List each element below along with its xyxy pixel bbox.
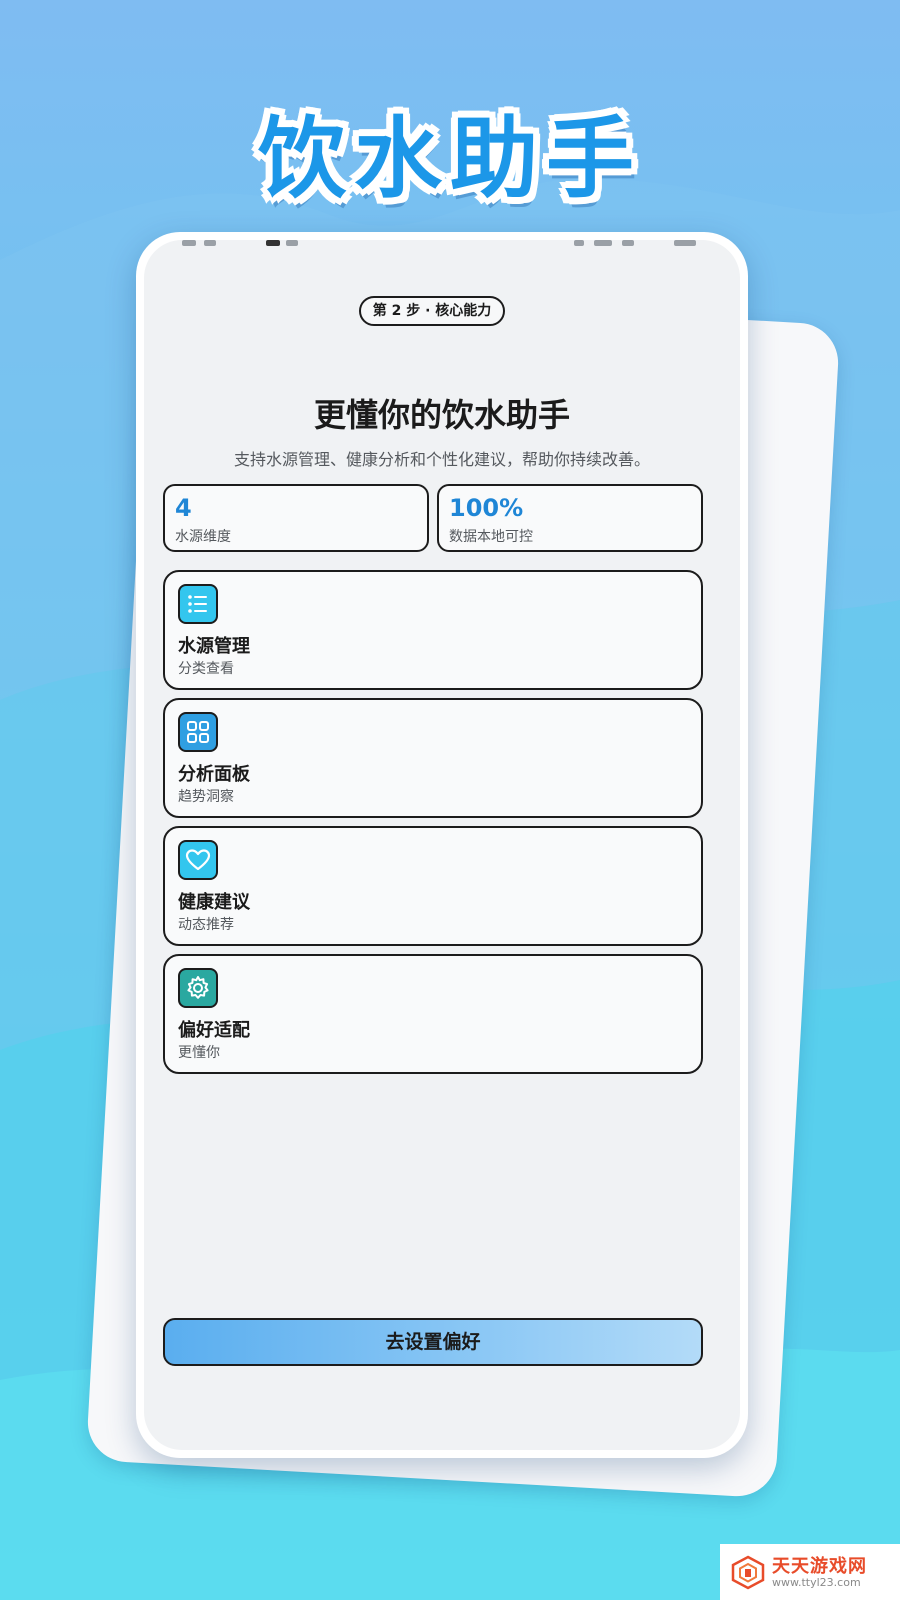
feature-title: 分析面板 — [178, 764, 250, 785]
stat-value: 4 — [175, 494, 192, 522]
watermark-name: 天天游戏网 — [772, 1556, 867, 1577]
stat-label: 水源维度 — [175, 529, 231, 545]
wifi-icon — [622, 240, 634, 246]
stat-card-sources: 4 水源维度 — [163, 484, 429, 552]
feature-title: 偏好适配 — [178, 1020, 250, 1041]
signal-icon — [574, 240, 584, 246]
status-icon — [286, 240, 298, 246]
feature-card-health-advice[interactable]: 健康建议 动态推荐 — [163, 826, 703, 946]
feature-subtitle: 更懂你 — [178, 1045, 220, 1061]
feature-title: 水源管理 — [178, 636, 250, 657]
page-subtitle: 支持水源管理、健康分析和个性化建议，帮助你持续改善。 — [233, 450, 650, 469]
list-icon — [178, 584, 218, 624]
status-bar — [174, 240, 710, 248]
status-icon — [266, 240, 280, 246]
grid-icon — [178, 712, 218, 752]
status-time-fragment — [182, 240, 196, 246]
heart-icon — [178, 840, 218, 880]
stat-card-local-data: 100% 数据本地可控 — [437, 484, 703, 552]
battery-icon — [674, 240, 696, 246]
network-speed-icon — [594, 240, 612, 246]
page-title: 更懂你的饮水助手 — [313, 396, 570, 434]
feature-title: 健康建议 — [178, 892, 250, 913]
app-screen: 第 2 步 · 核心能力 更懂你的饮水助手 支持水源管理、健康分析和个性化建议，… — [144, 240, 740, 1450]
stat-label: 数据本地可控 — [449, 529, 533, 545]
step-indicator: 第 2 步 · 核心能力 — [359, 296, 505, 326]
status-icon — [204, 240, 216, 246]
feature-subtitle: 分类查看 — [178, 661, 234, 677]
phone-frame: 第 2 步 · 核心能力 更懂你的饮水助手 支持水源管理、健康分析和个性化建议，… — [136, 232, 748, 1458]
gear-icon — [178, 968, 218, 1008]
feature-card-analysis-panel[interactable]: 分析面板 趋势洞察 — [163, 698, 703, 818]
feature-card-water-sources[interactable]: 水源管理 分类查看 — [163, 570, 703, 690]
feature-card-preferences[interactable]: 偏好适配 更懂你 — [163, 954, 703, 1074]
site-watermark: 天天游戏网 www.ttyl23.com — [720, 1544, 900, 1600]
set-preferences-button[interactable]: 去设置偏好 — [163, 1318, 703, 1366]
watermark-url: www.ttyl23.com — [772, 1576, 861, 1589]
promo-title: 饮水助手 — [257, 107, 642, 210]
watermark-logo-icon — [731, 1555, 765, 1590]
feature-subtitle: 动态推荐 — [178, 917, 234, 933]
feature-subtitle: 趋势洞察 — [178, 789, 234, 805]
stat-value: 100% — [449, 494, 524, 522]
